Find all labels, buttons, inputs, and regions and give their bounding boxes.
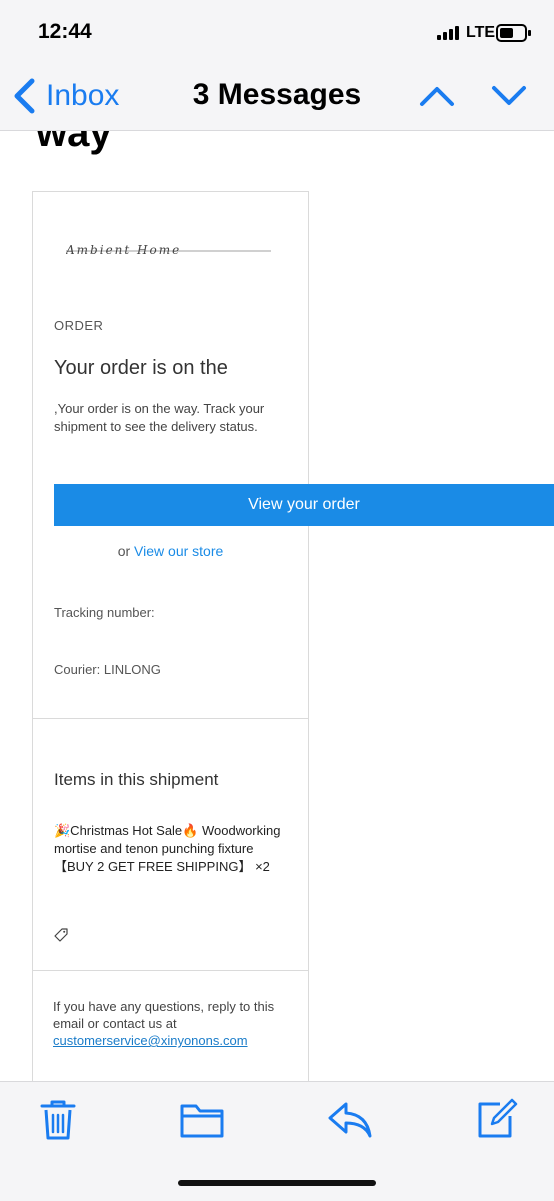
order-message: ,Your order is on the way. Track your sh…	[54, 401, 265, 434]
svg-text:Ambient Home: Ambient Home	[66, 243, 181, 257]
folder-icon[interactable]	[178, 1098, 228, 1142]
tracking-number: Tracking number:	[54, 605, 155, 620]
divider	[33, 718, 308, 719]
items-heading: Items in this shipment	[54, 770, 219, 789]
order-title: Your order is on the	[54, 357, 228, 379]
store-prefix: or	[117, 543, 131, 559]
tag-icon	[54, 928, 68, 942]
order-label: ORDER	[54, 318, 104, 333]
reply-icon[interactable]	[326, 1098, 374, 1142]
battery-icon	[496, 24, 531, 42]
shipment-item: 🎉Christmas Hot Sale🔥 Woodworking mortise…	[54, 823, 281, 874]
view-store-link[interactable]: View our store	[134, 543, 223, 559]
store-line: or View our store	[33, 543, 308, 559]
order-card: Ambient Home ORDER Your order is on the …	[32, 191, 309, 1081]
footer-text: If you have any questions, reply to this…	[53, 999, 275, 1048]
brand-logo: Ambient Home	[66, 243, 271, 257]
status-bar: 12:44 LTE	[0, 0, 554, 62]
compose-icon[interactable]	[474, 1098, 518, 1142]
status-time: 12:44	[38, 20, 92, 43]
support-email-link[interactable]: customerservice@xinyonons.com	[53, 1033, 248, 1048]
nav-bar: Inbox 3 Messages	[0, 62, 554, 131]
email-heading-fragment: way	[36, 131, 112, 155]
previous-message-icon[interactable]	[418, 82, 456, 110]
trash-icon[interactable]	[38, 1098, 78, 1142]
nav-title: 3 Messages	[192, 78, 362, 111]
email-body: way Ambient Home ORDER Your order is on …	[0, 131, 554, 1081]
courier-label: Courier: LINLONG	[54, 662, 161, 677]
carrier-label: LTE	[466, 24, 496, 41]
home-indicator[interactable]	[178, 1180, 376, 1186]
divider	[33, 970, 308, 971]
view-order-button[interactable]: View your order	[54, 484, 554, 526]
next-message-icon[interactable]	[490, 82, 528, 110]
signal-icon	[437, 26, 459, 40]
